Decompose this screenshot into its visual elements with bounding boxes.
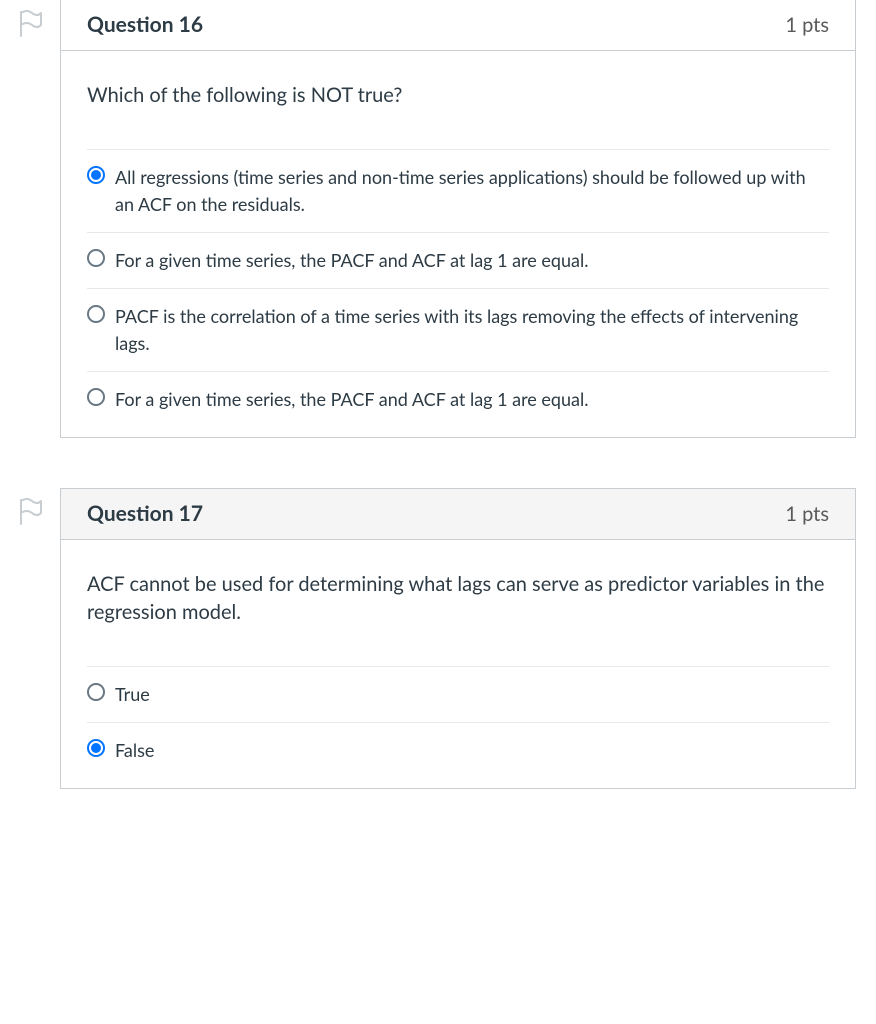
question-block: Question 16 1 pts Which of the following i…: [0, 0, 856, 438]
flag-icon[interactable]: [18, 10, 42, 38]
question-prompt: ACF cannot be used for determining what …: [87, 570, 829, 626]
radio-button[interactable]: [87, 683, 105, 701]
question-prompt: Which of the following is NOT true?: [87, 81, 829, 109]
answer-option[interactable]: False: [87, 723, 829, 778]
option-text: True: [115, 681, 150, 708]
question-points: 1 pts: [785, 502, 829, 526]
radio-button[interactable]: [87, 305, 105, 323]
question-title: Question 17: [87, 501, 203, 526]
option-text: PACF is the correlation of a time series…: [115, 303, 829, 357]
radio-wrap: [87, 164, 115, 188]
answer-option[interactable]: All regressions (time series and non-tim…: [87, 150, 829, 233]
question-points: 1 pts: [785, 13, 829, 37]
radio-wrap: [87, 247, 115, 271]
radio-wrap: [87, 737, 115, 761]
options-list: True False: [87, 666, 829, 778]
answer-option[interactable]: True: [87, 667, 829, 723]
question-title: Question 16: [87, 12, 203, 37]
question-box: Question 16 1 pts Which of the following i…: [60, 0, 856, 438]
question-header: Question 16 1 pts: [61, 0, 855, 51]
question-body: Which of the following is NOT true? All r…: [61, 51, 855, 437]
radio-button[interactable]: [87, 249, 105, 267]
radio-wrap: [87, 386, 115, 410]
flag-icon[interactable]: [18, 498, 42, 526]
radio-wrap: [87, 681, 115, 705]
question-box: Question 17 1 pts ACF cannot be used for d…: [60, 488, 856, 789]
flag-column: [0, 0, 60, 38]
answer-option[interactable]: For a given time series, the PACF and AC…: [87, 233, 829, 289]
option-text: For a given time series, the PACF and AC…: [115, 247, 588, 274]
question-block: Question 17 1 pts ACF cannot be used for d…: [0, 488, 856, 789]
answer-option[interactable]: PACF is the correlation of a time series…: [87, 289, 829, 372]
flag-column: [0, 488, 60, 526]
option-text: False: [115, 737, 154, 764]
radio-button[interactable]: [87, 388, 105, 406]
question-header: Question 17 1 pts: [61, 489, 855, 540]
answer-option[interactable]: For a given time series, the PACF and AC…: [87, 372, 829, 427]
option-text: For a given time series, the PACF and AC…: [115, 386, 588, 413]
radio-button[interactable]: [87, 739, 105, 757]
options-list: All regressions (time series and non-tim…: [87, 149, 829, 427]
option-text: All regressions (time series and non-tim…: [115, 164, 829, 218]
radio-button[interactable]: [87, 166, 105, 184]
radio-wrap: [87, 303, 115, 327]
question-body: ACF cannot be used for determining what …: [61, 540, 855, 788]
